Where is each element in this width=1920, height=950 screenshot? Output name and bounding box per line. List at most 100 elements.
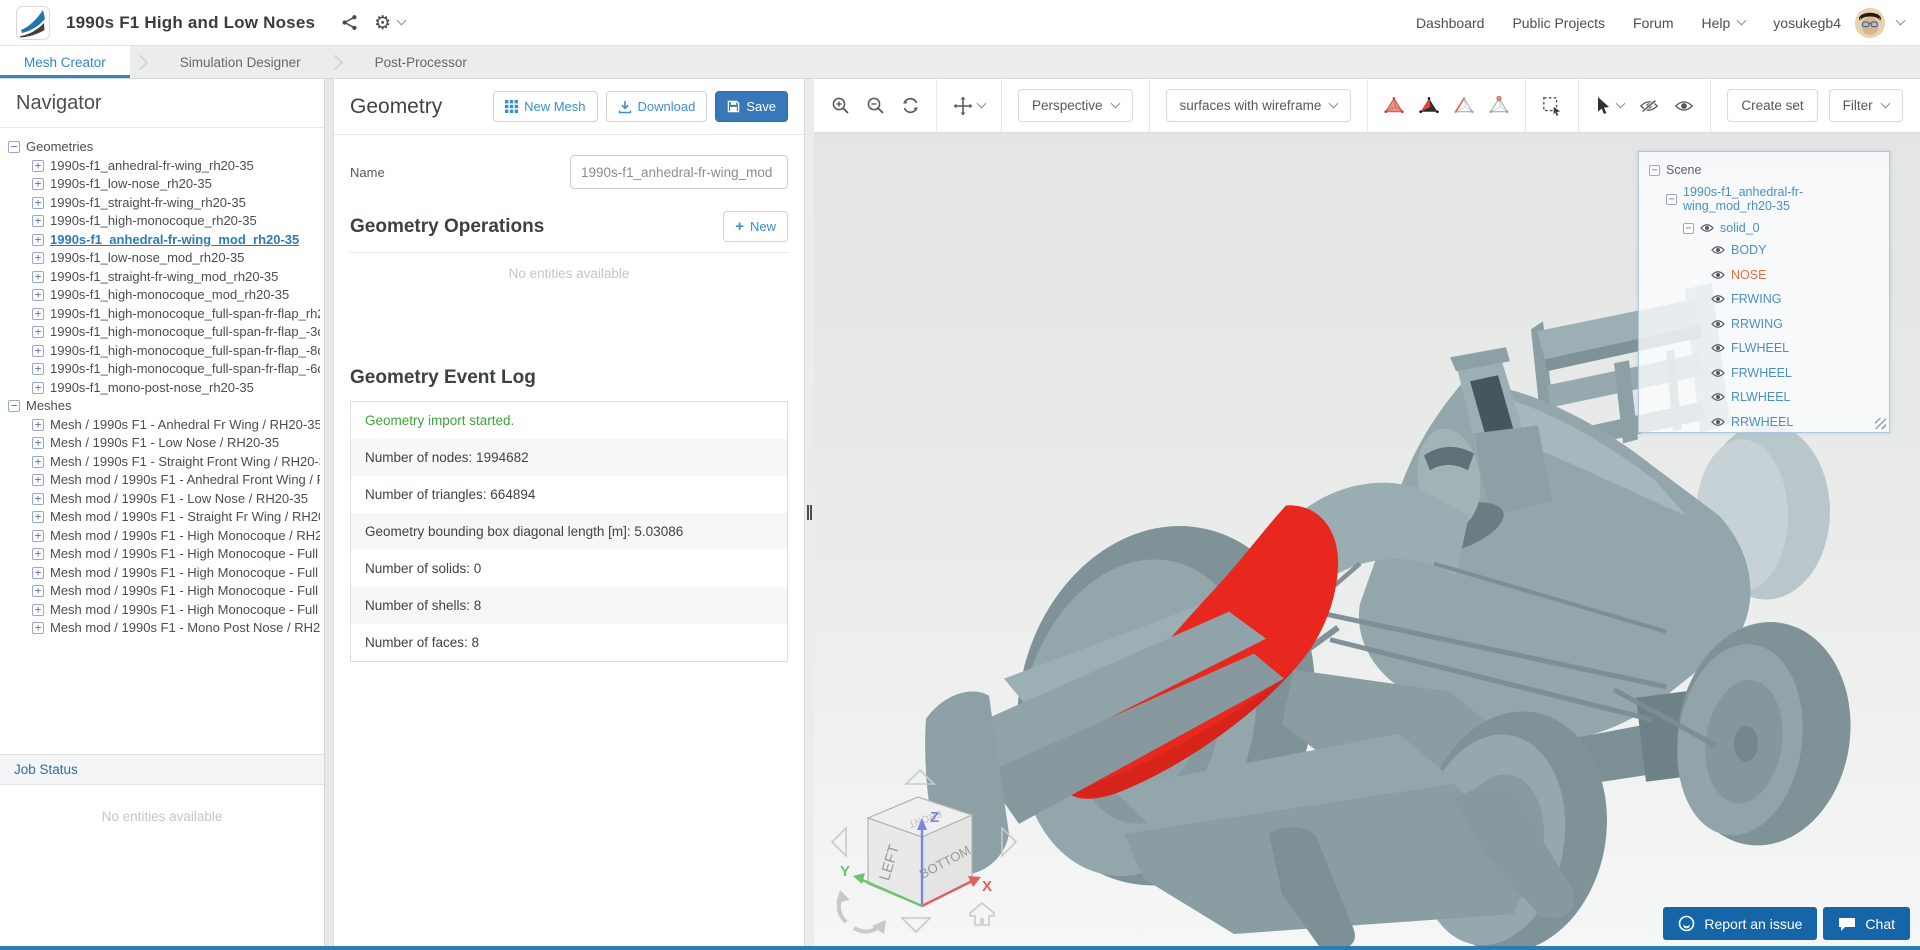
avatar[interactable] [1855, 7, 1885, 38]
tree-node-geometry[interactable]: 1990s-f1_straight-fr-wing_mod_rh20-35 [8, 268, 320, 287]
expand-icon[interactable] [32, 511, 44, 524]
geometry-name-input[interactable] [570, 155, 788, 189]
home-icon[interactable] [969, 901, 995, 926]
expand-icon[interactable] [32, 159, 44, 172]
selection-edge-icon[interactable] [1454, 96, 1474, 116]
expand-icon[interactable] [32, 474, 44, 487]
username[interactable]: yosukegb4 [1773, 15, 1841, 31]
collapse-icon[interactable] [1649, 164, 1660, 176]
tree-node-mesh[interactable]: Mesh mod / 1990s F1 - High Monocoque / R… [8, 527, 320, 546]
eye-icon[interactable] [1711, 294, 1725, 304]
box-select-icon[interactable] [1542, 96, 1562, 116]
tree-node-geometry[interactable]: 1990s-f1_low-nose_rh20-35 [8, 175, 320, 194]
nav-forum[interactable]: Forum [1633, 15, 1673, 31]
show-icon[interactable] [1674, 96, 1694, 116]
collapse-icon[interactable] [8, 141, 20, 154]
expand-icon[interactable] [32, 381, 44, 394]
share-icon[interactable] [341, 14, 358, 31]
scene-solid-node[interactable]: solid_0 [1649, 221, 1879, 235]
rotate-down-arrow[interactable] [900, 917, 932, 934]
expand-icon[interactable] [32, 289, 44, 302]
expand-icon[interactable] [32, 252, 44, 265]
scene-geometry-node[interactable]: 1990s-f1_anhedral-fr-wing_mod_rh20-35 [1649, 185, 1879, 213]
expand-icon[interactable] [32, 178, 44, 191]
tree-node-mesh[interactable]: Mesh mod / 1990s F1 - Straight Fr Wing /… [8, 508, 320, 527]
selection-face-icon[interactable] [1419, 96, 1440, 116]
render-mode-dropdown[interactable]: surfaces with wireframe [1165, 89, 1352, 122]
scene-part-body[interactable]: BODY [1649, 243, 1879, 257]
collapse-icon[interactable] [1683, 222, 1694, 234]
expand-icon[interactable] [32, 307, 44, 320]
expand-icon[interactable] [32, 215, 44, 228]
expand-icon[interactable] [32, 437, 44, 450]
tree-node-geometry-selected[interactable]: 1990s-f1_anhedral-fr-wing_mod_rh20-35 [8, 231, 320, 250]
chat-button[interactable]: Chat [1823, 907, 1910, 940]
expand-icon[interactable] [32, 363, 44, 376]
expand-icon[interactable] [32, 326, 44, 339]
tree-node-geometry[interactable]: 1990s-f1_mono-post-nose_rh20-35 [8, 379, 320, 398]
expand-icon[interactable] [32, 344, 44, 357]
scene-part-flwheel[interactable]: FLWHEEL [1649, 341, 1879, 355]
rotate-left-arrow[interactable] [830, 826, 847, 858]
tab-simulation-designer[interactable]: Simulation Designer [156, 46, 325, 78]
tab-post-processor[interactable]: Post-Processor [351, 46, 491, 78]
expand-icon[interactable] [32, 603, 44, 616]
eye-icon[interactable] [1711, 270, 1725, 280]
nav-public-projects[interactable]: Public Projects [1512, 15, 1605, 31]
filter-dropdown[interactable]: Filter [1828, 89, 1903, 122]
panel-resize-handle[interactable] [805, 79, 814, 946]
tree-node-mesh[interactable]: Mesh / 1990s F1 - Straight Front Wing / … [8, 453, 320, 472]
nav-dashboard[interactable]: Dashboard [1416, 15, 1485, 31]
rotate-right-arrow[interactable] [1001, 826, 1018, 858]
scene-part-frwheel[interactable]: FRWHEEL [1649, 366, 1879, 380]
nav-help[interactable]: Help [1701, 15, 1747, 31]
expand-icon[interactable] [32, 233, 44, 246]
tab-mesh-creator[interactable]: Mesh Creator [0, 46, 130, 78]
selection-volume-icon[interactable] [1384, 96, 1405, 116]
scene-part-rrwing[interactable]: RRWING [1649, 317, 1879, 331]
selection-vertex-icon[interactable] [1489, 95, 1509, 116]
scene-tree-overlay[interactable]: Scene 1990s-f1_anhedral-fr-wing_mod_rh20… [1638, 151, 1890, 433]
rotate-up-arrow[interactable] [904, 768, 936, 785]
tree-node-geometries-root[interactable]: Geometries [8, 138, 320, 157]
create-set-button[interactable]: Create set [1727, 89, 1818, 122]
expand-icon[interactable] [32, 585, 44, 598]
tree-node-mesh[interactable]: Mesh / 1990s F1 - Anhedral Fr Wing / RH2… [8, 416, 320, 435]
expand-icon[interactable] [32, 196, 44, 209]
expand-icon[interactable] [32, 455, 44, 468]
tree-node-mesh[interactable]: Mesh mod / 1990s F1 - High Monocoque - F… [8, 601, 320, 620]
expand-icon[interactable] [32, 566, 44, 579]
orientation-cube[interactable]: LEFT BOTTOM FRONT Z X Y [820, 760, 1032, 946]
tree-node-mesh[interactable]: Mesh / 1990s F1 - Low Nose / RH20-35 [8, 434, 320, 453]
render-canvas[interactable]: Scene 1990s-f1_anhedral-fr-wing_mod_rh20… [814, 133, 1920, 946]
tree-node-geometry[interactable]: 1990s-f1_high-monocoque_full-span-fr-fla… [8, 360, 320, 379]
overlay-resize-handle[interactable] [1875, 418, 1886, 429]
pan-tool-menu[interactable] [953, 96, 987, 116]
project-settings-menu[interactable] [374, 12, 407, 34]
tree-node-geometry[interactable]: 1990s-f1_high-monocoque_full-span-fr-fla… [8, 342, 320, 361]
download-button[interactable]: Download [605, 91, 708, 122]
pointer-tool-menu[interactable] [1595, 96, 1626, 115]
expand-icon[interactable] [32, 270, 44, 283]
tree-node-geometry[interactable]: 1990s-f1_high-monocoque_full-span-fr-fla… [8, 323, 320, 342]
scene-root-node[interactable]: Scene [1649, 163, 1879, 177]
eye-icon[interactable] [1711, 417, 1725, 427]
eye-icon[interactable] [1711, 319, 1725, 329]
tree-node-mesh[interactable]: Mesh mod / 1990s F1 - Mono Post Nose / R… [8, 619, 320, 638]
expand-icon[interactable] [32, 492, 44, 505]
app-logo[interactable] [16, 5, 50, 40]
tree-node-mesh[interactable]: Mesh mod / 1990s F1 - High Monocoque - F… [8, 564, 320, 583]
projection-dropdown[interactable]: Perspective [1018, 89, 1133, 122]
expand-icon[interactable] [32, 622, 44, 635]
expand-icon[interactable] [32, 548, 44, 561]
tree-node-geometry[interactable]: 1990s-f1_high-monocoque_rh20-35 [8, 212, 320, 231]
tree-node-mesh[interactable]: Mesh mod / 1990s F1 - Low Nose / RH20-35 [8, 490, 320, 509]
zoom-in-icon[interactable] [830, 96, 850, 116]
eye-icon[interactable] [1700, 223, 1714, 233]
collapse-icon[interactable] [1666, 193, 1677, 205]
tree-node-geometry[interactable]: 1990s-f1_anhedral-fr-wing_rh20-35 [8, 157, 320, 176]
tree-node-mesh[interactable]: Mesh mod / 1990s F1 - High Monocoque - F… [8, 545, 320, 564]
zoom-out-icon[interactable] [865, 96, 885, 116]
hide-icon[interactable] [1639, 96, 1659, 116]
eye-icon[interactable] [1711, 343, 1725, 353]
